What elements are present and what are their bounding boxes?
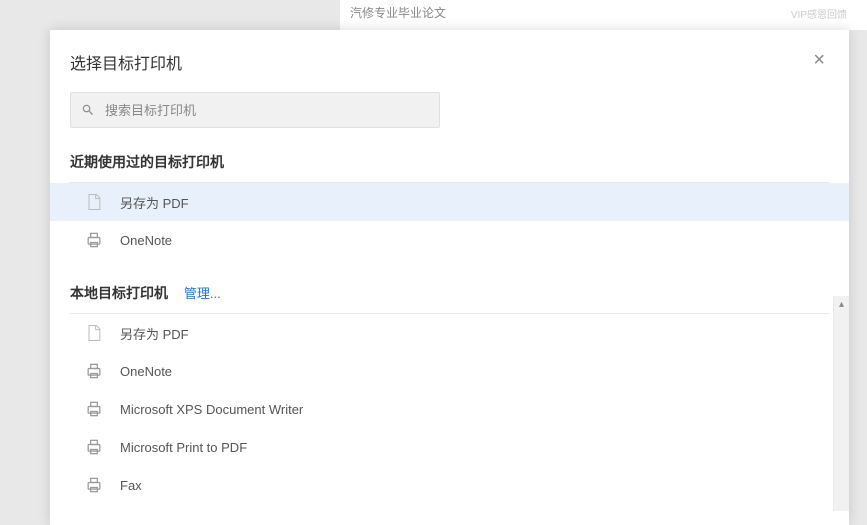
search-input[interactable] <box>105 103 429 118</box>
printer-item-label: 另存为 PDF <box>120 324 189 343</box>
printer-icon <box>84 230 104 250</box>
printer-item-save-as-pdf[interactable]: 另存为 PDF <box>50 183 849 221</box>
printer-item-label: Microsoft XPS Document Writer <box>120 402 303 417</box>
local-section-heading: 本地目标打印机 管理... <box>50 277 849 313</box>
printer-item-label: 另存为 PDF <box>120 193 189 212</box>
pdf-icon <box>84 192 104 212</box>
printer-item-label: OneNote <box>120 364 172 379</box>
printer-icon <box>84 437 104 457</box>
printer-item-ms-print-pdf[interactable]: Microsoft Print to PDF <box>50 428 849 466</box>
printer-item-save-as-pdf[interactable]: 另存为 PDF <box>50 314 849 352</box>
search-box[interactable] <box>70 92 440 128</box>
printer-item-label: Microsoft Print to PDF <box>120 440 247 455</box>
pdf-icon <box>84 323 104 343</box>
dialog-title: 选择目标打印机 <box>70 50 182 74</box>
printer-icon <box>84 475 104 495</box>
printer-icon <box>84 361 104 381</box>
printer-select-dialog: 选择目标打印机 × 近期使用过的目标打印机 另存为 PDF OneNote <box>50 30 849 525</box>
recent-printer-list: 另存为 PDF OneNote <box>50 183 849 259</box>
background-vip-text: VIP感恩回馈 <box>791 6 847 21</box>
printer-item-fax[interactable]: Fax <box>50 466 849 504</box>
manage-link[interactable]: 管理... <box>184 286 221 301</box>
local-printer-list: 另存为 PDF OneNote Microsoft XPS Document W… <box>50 314 849 504</box>
scrollbar-up-icon[interactable]: ▴ <box>834 296 849 312</box>
close-icon[interactable]: × <box>809 50 829 74</box>
printer-item-label: OneNote <box>120 233 172 248</box>
printer-icon <box>84 399 104 419</box>
background-doc-title: 汽修专业毕业论文 <box>340 0 867 30</box>
search-icon <box>81 103 95 117</box>
printer-item-label: Fax <box>120 478 142 493</box>
printer-item-onenote[interactable]: OneNote <box>50 352 849 390</box>
printer-item-onenote[interactable]: OneNote <box>50 221 849 259</box>
printer-item-xps[interactable]: Microsoft XPS Document Writer <box>50 390 849 428</box>
scrollbar[interactable]: ▴ <box>833 296 849 511</box>
recent-section-heading: 近期使用过的目标打印机 <box>50 146 849 182</box>
local-heading-text: 本地目标打印机 <box>70 285 168 301</box>
